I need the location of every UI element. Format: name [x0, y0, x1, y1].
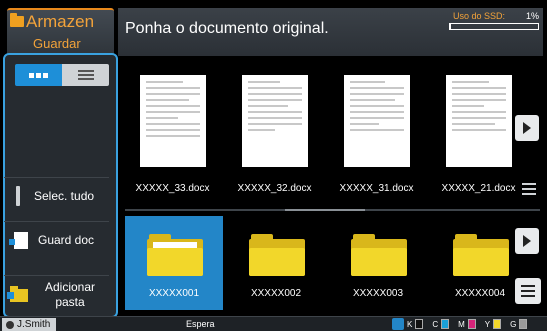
file-name: XXXXX_21.docx — [441, 183, 516, 194]
file-name: XXXXX_31.docx — [339, 183, 414, 194]
ink-level-y — [493, 319, 502, 329]
folder-name: XXXXX001 — [148, 288, 200, 299]
list-view-button[interactable] — [62, 64, 109, 86]
save-doc-label: Guard doc — [38, 233, 95, 247]
machine-status: Espera — [186, 319, 215, 329]
ink-levels: K C M Y G — [392, 318, 528, 330]
select-all-label: Selec. tudo — [34, 189, 95, 203]
chevron-right-icon — [523, 122, 531, 134]
folder-icon — [10, 13, 24, 27]
app-subtitle: Guardar — [33, 36, 81, 51]
user-icon — [6, 320, 14, 329]
scrollbar-thumb[interactable] — [285, 209, 365, 211]
status-bar: J.Smith Espera K C M Y G — [0, 316, 547, 331]
folder-item[interactable]: XXXXX001 — [125, 216, 223, 310]
file-item[interactable]: XXXXX_32.docx — [227, 75, 322, 194]
ink-label: K — [407, 319, 413, 329]
folder-icon — [249, 234, 305, 276]
menu-icon — [521, 285, 535, 287]
ink-level-m — [467, 319, 476, 329]
folder-list: XXXXX001 XXXXX002 XXXXX003 XXXXX004 — [125, 216, 540, 310]
next-folders-button[interactable] — [515, 228, 539, 254]
ink-label: C — [432, 319, 439, 329]
ssd-usage-fill — [450, 24, 451, 29]
file-item[interactable]: XXXXX_31.docx — [329, 75, 424, 194]
add-folder-button[interactable]: Adicionar pasta — [4, 275, 109, 314]
folder-item[interactable]: XXXXX002 — [227, 216, 325, 310]
open-folder-icon — [147, 234, 203, 276]
document-thumbnail — [445, 75, 512, 167]
menu-icon — [522, 183, 536, 185]
list-icon — [77, 70, 94, 80]
ink-level-k — [415, 319, 424, 329]
file-menu-button[interactable] — [518, 178, 540, 200]
file-name: XXXXX_32.docx — [237, 183, 312, 194]
add-folder-label: Adicionar pasta — [44, 280, 96, 309]
ink-level-g — [519, 319, 528, 329]
file-list: XXXXX_33.docx XXXXX_32.docx XXXXX_31.doc… — [125, 60, 540, 210]
folder-menu-button[interactable] — [515, 278, 541, 304]
header-bar: Ponha o documento original. Uso do SSD: … — [118, 8, 543, 56]
ink-label: M — [458, 319, 465, 329]
ssd-usage-bar — [449, 23, 539, 30]
folder-name: XXXXX002 — [250, 288, 302, 299]
ink-status-icon[interactable] — [392, 318, 404, 330]
next-files-button[interactable] — [515, 115, 539, 141]
document-thumbnail — [241, 75, 308, 167]
file-item[interactable]: XXXXX_33.docx — [125, 75, 220, 194]
grid-icon — [29, 72, 48, 78]
file-item[interactable]: XXXXX_21.docx — [431, 75, 526, 194]
file-name: XXXXX_33.docx — [135, 183, 210, 194]
folder-icon — [351, 234, 407, 276]
folder-name: XXXXX003 — [352, 288, 404, 299]
ink-level-c — [441, 319, 450, 329]
app-title-panel[interactable]: Armazen Guardar — [7, 8, 114, 56]
app-title: Armazen — [26, 12, 95, 31]
ink-label: G — [510, 319, 517, 329]
chevron-right-icon — [523, 235, 531, 247]
thumbnail-view-button[interactable] — [15, 64, 62, 86]
ink-label: Y — [484, 319, 491, 329]
ssd-usage-label: Uso do SSD: — [452, 11, 505, 21]
document-thumbnail — [343, 75, 410, 167]
user-name: J.Smith — [17, 319, 51, 330]
add-folder-icon — [7, 285, 28, 302]
select-all-icon — [16, 186, 20, 206]
file-scrollbar[interactable] — [125, 209, 540, 211]
select-all-button[interactable]: Selec. tudo — [4, 177, 109, 214]
view-toggle — [15, 64, 109, 86]
save-doc-button[interactable]: Guard doc — [4, 221, 109, 258]
folder-item[interactable]: XXXXX003 — [329, 216, 427, 310]
ssd-usage-percent: 1% — [525, 11, 539, 21]
document-thumbnail — [139, 75, 206, 167]
instruction-message: Ponha o documento original. — [125, 20, 329, 37]
save-doc-icon — [9, 231, 28, 249]
folder-icon — [453, 234, 509, 276]
user-button[interactable]: J.Smith — [2, 318, 57, 331]
